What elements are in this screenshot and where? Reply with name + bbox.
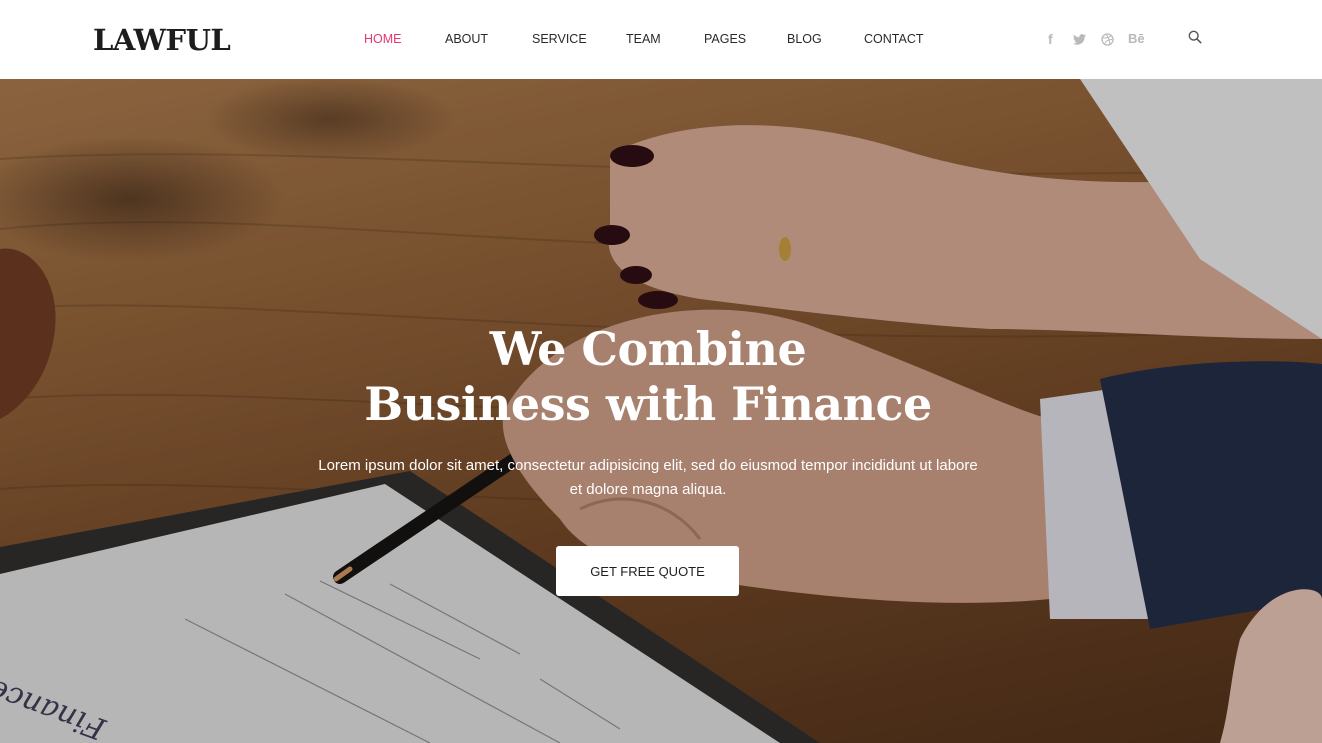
site-header: LAWFUL HOME ABOUT SERVICE TEAM PAGES BLO… xyxy=(0,0,1322,79)
hero-section: Finance We Combine Business with Finance xyxy=(0,79,1322,743)
main-nav: HOME ABOUT SERVICE TEAM PAGES BLOG CONTA… xyxy=(364,30,934,48)
nav-item-blog[interactable]: BLOG xyxy=(787,30,864,48)
twitter-icon[interactable] xyxy=(1073,30,1101,48)
search-icon[interactable] xyxy=(1188,30,1204,46)
nav-item-service[interactable]: SERVICE xyxy=(532,30,626,48)
dribbble-icon[interactable] xyxy=(1101,30,1128,48)
hero-title: We Combine Business with Finance xyxy=(0,322,1296,432)
hero-title-line-1: We Combine xyxy=(489,322,807,376)
nav-item-contact[interactable]: CONTACT xyxy=(864,30,934,48)
social-links: f Bē xyxy=(1048,30,1158,48)
facebook-icon[interactable]: f xyxy=(1048,30,1073,48)
nav-item-team[interactable]: TEAM xyxy=(626,30,704,48)
get-free-quote-button[interactable]: GET FREE QUOTE xyxy=(556,546,739,596)
nav-item-pages[interactable]: PAGES xyxy=(704,30,787,48)
nav-item-home[interactable]: HOME xyxy=(364,30,445,48)
hero-title-line-2: Business with Finance xyxy=(364,377,932,431)
nav-item-about[interactable]: ABOUT xyxy=(445,30,532,48)
behance-icon[interactable]: Bē xyxy=(1128,30,1158,48)
logo[interactable]: LAWFUL xyxy=(93,22,231,58)
hero-description: Lorem ipsum dolor sit amet, consectetur … xyxy=(318,457,978,498)
